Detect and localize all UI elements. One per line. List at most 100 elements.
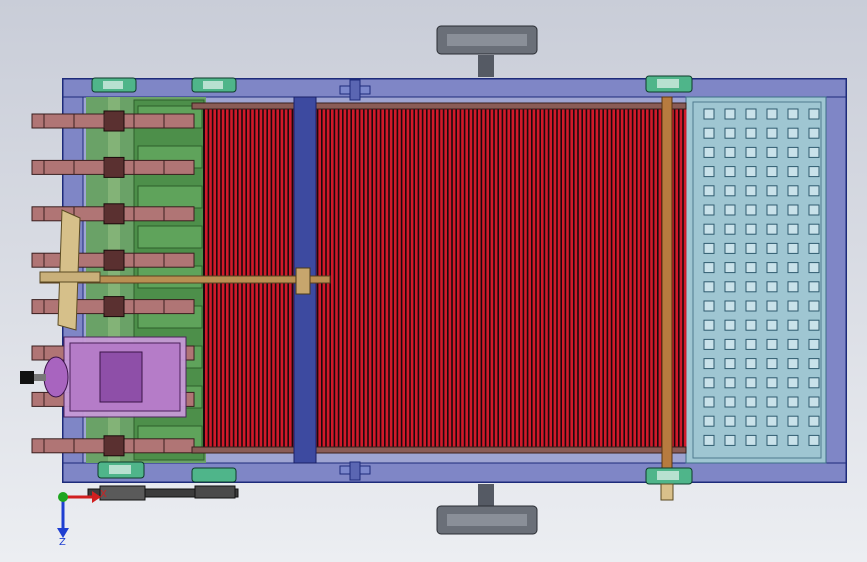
- roller: [578, 108, 582, 448]
- roller-chain-bottom: [191, 446, 687, 454]
- perforation-hole: [724, 300, 736, 312]
- bearing-icon: [91, 77, 137, 93]
- perforation-hole: [766, 146, 778, 158]
- perforation-hole: [724, 127, 736, 139]
- perforation-hole: [724, 434, 736, 446]
- perforation-hole: [745, 415, 757, 427]
- roller: [457, 108, 460, 448]
- roller: [616, 108, 620, 448]
- finger-clamp: [103, 110, 125, 132]
- perforation-hole: [745, 146, 757, 158]
- roller: [368, 108, 372, 448]
- wheel-top: [436, 25, 538, 77]
- roller: [431, 108, 435, 448]
- perforation-hole: [808, 281, 820, 293]
- roller: [373, 108, 376, 448]
- roller: [427, 108, 431, 448]
- roller: [587, 108, 590, 448]
- roller: [402, 108, 405, 448]
- roller: [511, 108, 515, 448]
- perforation-hole: [703, 396, 715, 408]
- perforation-hole: [724, 281, 736, 293]
- roller: [507, 108, 510, 448]
- perforation-hole: [724, 377, 736, 389]
- perforation-hole: [766, 338, 778, 350]
- roller: [599, 108, 603, 448]
- perforation-hole: [766, 300, 778, 312]
- perforation-hole: [745, 242, 757, 254]
- perforation-hole: [808, 415, 820, 427]
- roller: [524, 108, 527, 448]
- perforation-hole: [787, 434, 799, 446]
- perforation-hole: [703, 127, 715, 139]
- perforation-hole: [766, 166, 778, 178]
- roller: [482, 108, 485, 448]
- assembly-drawing: X Z: [20, 25, 847, 548]
- perforation-hole: [724, 146, 736, 158]
- roller: [461, 108, 464, 448]
- perforation-hole: [724, 319, 736, 331]
- roller: [473, 108, 477, 448]
- perforation-hole: [787, 223, 799, 235]
- perforation-hole: [808, 108, 820, 120]
- finger-clamp: [103, 203, 125, 225]
- roller: [394, 108, 397, 448]
- roller: [478, 108, 481, 448]
- shaft-end: [660, 483, 674, 501]
- perforation-hole: [724, 108, 736, 120]
- roller: [566, 108, 569, 448]
- perforation-hole: [787, 166, 799, 178]
- roller: [444, 108, 447, 448]
- perforation-hole: [766, 185, 778, 197]
- roller: [339, 108, 342, 448]
- roller: [675, 108, 678, 448]
- perforation-hole: [808, 338, 820, 350]
- perforation-hole: [745, 377, 757, 389]
- cad-viewport[interactable]: X Z: [0, 0, 867, 562]
- perforation-hole: [766, 281, 778, 293]
- roller: [503, 108, 506, 448]
- perforation-hole: [787, 415, 799, 427]
- triad-z-label: Z: [59, 537, 66, 548]
- perforation-hole: [766, 319, 778, 331]
- roller: [360, 108, 363, 448]
- roller: [452, 108, 456, 448]
- wheel-bottom: [436, 484, 538, 535]
- perforation-hole: [766, 396, 778, 408]
- bearing-icon-5: [97, 461, 145, 479]
- perforation-hole: [787, 396, 799, 408]
- perforation-hole: [703, 242, 715, 254]
- right-drive-shaft: [661, 96, 673, 500]
- perforation-hole: [724, 166, 736, 178]
- perforation-hole: [724, 204, 736, 216]
- bearing-icon-4: [645, 467, 693, 485]
- roller: [410, 108, 414, 448]
- roller: [641, 108, 645, 448]
- roller: [553, 108, 557, 448]
- perforation-hole: [808, 223, 820, 235]
- perforation-hole: [808, 358, 820, 370]
- perforation-hole: [808, 185, 820, 197]
- perforation-hole: [703, 185, 715, 197]
- perforation-hole: [787, 127, 799, 139]
- perforation-hole: [703, 358, 715, 370]
- perforation-hole: [724, 358, 736, 370]
- roller: [398, 108, 401, 448]
- perforation-hole: [745, 434, 757, 446]
- perforation-hole: [724, 415, 736, 427]
- frame-bottom-beam: [62, 462, 847, 483]
- perforation-hole: [703, 204, 715, 216]
- roller: [549, 108, 552, 448]
- finger-clamp: [103, 435, 125, 457]
- roller: [415, 108, 418, 448]
- roller: [545, 108, 548, 448]
- roller: [629, 108, 632, 448]
- perforation-hole: [745, 223, 757, 235]
- roller: [515, 108, 519, 448]
- roller: [419, 108, 422, 448]
- roller: [658, 108, 662, 448]
- roller: [637, 108, 641, 448]
- roller-chain-top: [191, 102, 687, 110]
- perforation-hole: [724, 223, 736, 235]
- perforation-hole: [745, 262, 757, 274]
